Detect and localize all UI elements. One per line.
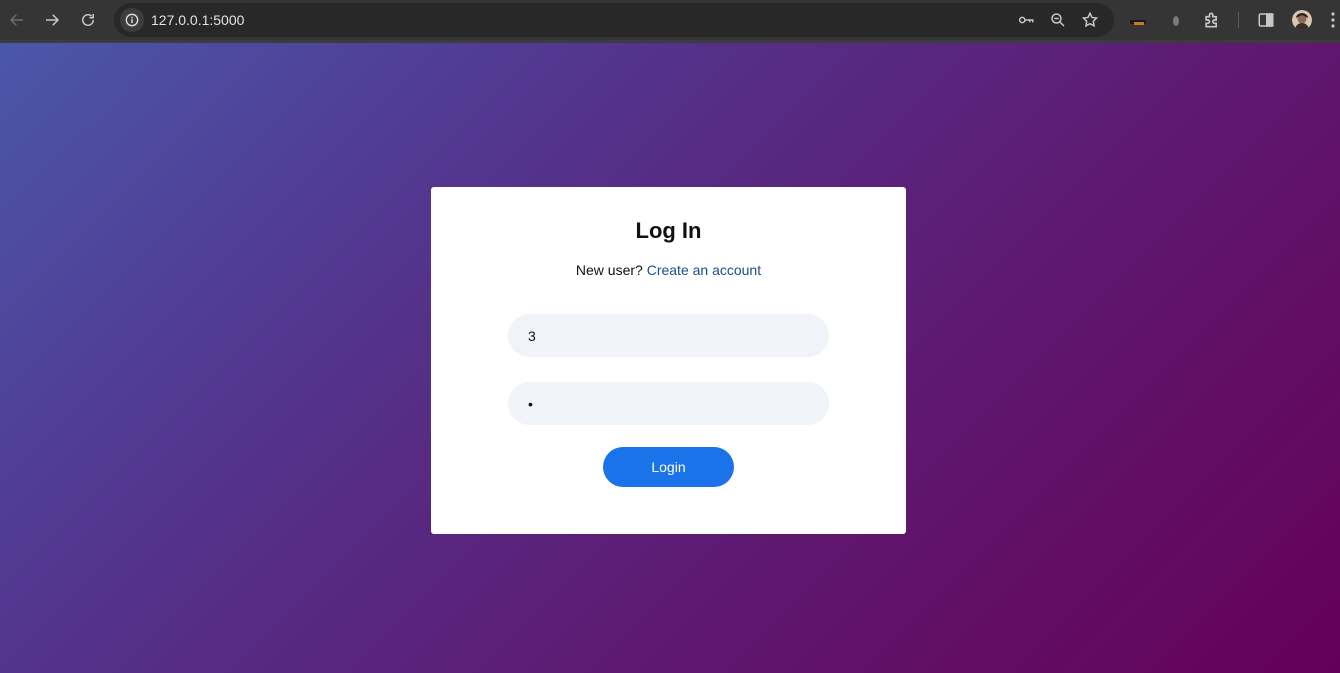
- extensions-button[interactable]: [1202, 10, 1222, 30]
- site-info-button[interactable]: [120, 8, 144, 32]
- password-field[interactable]: [508, 382, 829, 425]
- extension-icon: [1130, 20, 1146, 25]
- forward-arrow-icon: [46, 14, 60, 26]
- toolbar-divider: [1238, 12, 1239, 28]
- bookmark-star-icon: [1081, 11, 1099, 28]
- login-card: Log In New user? Create an account Login: [431, 187, 906, 534]
- extensions-puzzle-icon: [1205, 12, 1217, 28]
- profile-avatar[interactable]: [1292, 10, 1312, 30]
- extension-button[interactable]: [1128, 10, 1148, 30]
- page-title: Log In: [635, 218, 702, 243]
- address-bar[interactable]: 127.0.0.1:5000: [114, 3, 1114, 37]
- signup-prompt: New user?: [575, 262, 643, 278]
- password-key-button[interactable]: [1016, 10, 1036, 30]
- url-text[interactable]: 127.0.0.1:5000: [151, 12, 244, 28]
- back-button[interactable]: [5, 8, 29, 32]
- signup-prompt-line: New user? Create an account: [431, 262, 906, 279]
- menu-button[interactable]: [1326, 10, 1340, 30]
- browser-toolbar: 127.0.0.1:5000: [0, 0, 1340, 43]
- back-arrow-icon: [9, 14, 23, 26]
- zoom-icon: [1051, 13, 1065, 27]
- password-key-icon: [1018, 16, 1034, 24]
- side-panel-button[interactable]: [1256, 10, 1276, 30]
- extension-icon: [1173, 16, 1179, 26]
- extension-button[interactable]: [1166, 10, 1186, 30]
- forward-button[interactable]: [40, 8, 64, 32]
- reload-button[interactable]: [76, 8, 100, 32]
- page-background: Log In New user? Create an account Login: [0, 43, 1340, 673]
- create-account-link[interactable]: Create an account: [647, 262, 761, 278]
- menu-dots-icon: [1331, 12, 1335, 28]
- reload-icon: [82, 14, 94, 26]
- site-info-icon: [125, 13, 139, 27]
- side-panel-icon: [1258, 13, 1274, 27]
- login-button[interactable]: Login: [603, 447, 734, 487]
- username-field[interactable]: [508, 314, 829, 357]
- bookmark-button[interactable]: [1080, 10, 1100, 30]
- zoom-button[interactable]: [1048, 10, 1068, 30]
